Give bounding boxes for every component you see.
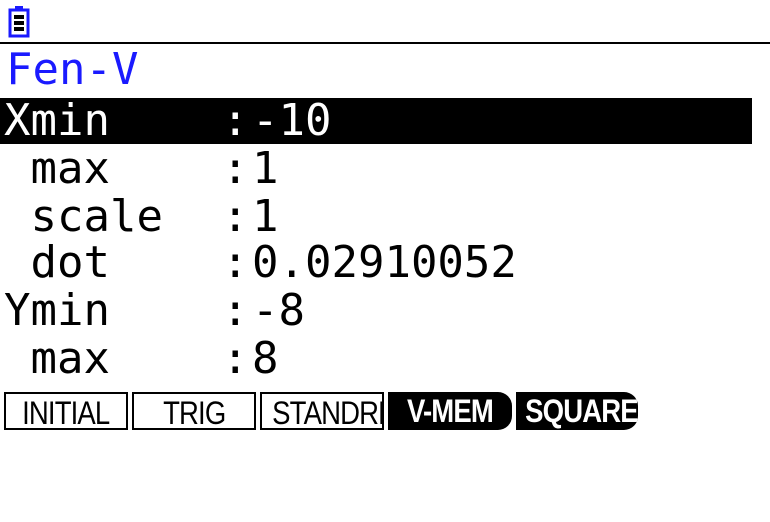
row-xmax[interactable]: max : 1 — [0, 146, 770, 192]
row-label: Ymin — [4, 285, 110, 336]
row-value: 1 — [252, 143, 279, 194]
row-value: 0.02910052 — [252, 237, 517, 288]
row-value: -8 — [252, 285, 305, 336]
row-label: max — [4, 333, 110, 384]
row-ymax[interactable]: max : 8 — [0, 336, 770, 382]
screen-title: Fen-V — [6, 44, 139, 95]
fkey-square[interactable]: SQUARE — [516, 392, 638, 430]
row-value: 8 — [252, 333, 279, 384]
row-xscale[interactable]: scale : 1 — [0, 194, 770, 240]
row-label: max — [4, 143, 110, 194]
fkey-standrd[interactable]: STANDRD — [260, 392, 384, 430]
function-key-bar: INITIAL TRIG STANDRD V-MEM SQUARE — [0, 390, 770, 434]
row-value: 1 — [252, 191, 279, 242]
battery-icon — [8, 6, 30, 38]
row-colon: : — [222, 143, 249, 194]
row-colon: : — [222, 285, 249, 336]
row-colon: : — [222, 95, 249, 146]
row-value: -10 — [252, 95, 332, 146]
fkey-initial[interactable]: INITIAL — [4, 392, 128, 430]
row-xmin[interactable]: Xmin : -10 — [0, 98, 752, 144]
row-ymin[interactable]: Ymin : -8 — [0, 288, 770, 334]
row-label: dot — [4, 237, 110, 288]
row-colon: : — [222, 333, 249, 384]
fkey-trig[interactable]: TRIG — [132, 392, 256, 430]
row-label: scale — [4, 191, 163, 242]
row-xdot[interactable]: dot : 0.02910052 — [0, 240, 770, 286]
fkey-v-mem[interactable]: V-MEM — [388, 392, 512, 430]
row-label: Xmin — [4, 95, 110, 146]
status-bar — [0, 0, 770, 44]
row-colon: : — [222, 237, 249, 288]
row-colon: : — [222, 191, 249, 242]
